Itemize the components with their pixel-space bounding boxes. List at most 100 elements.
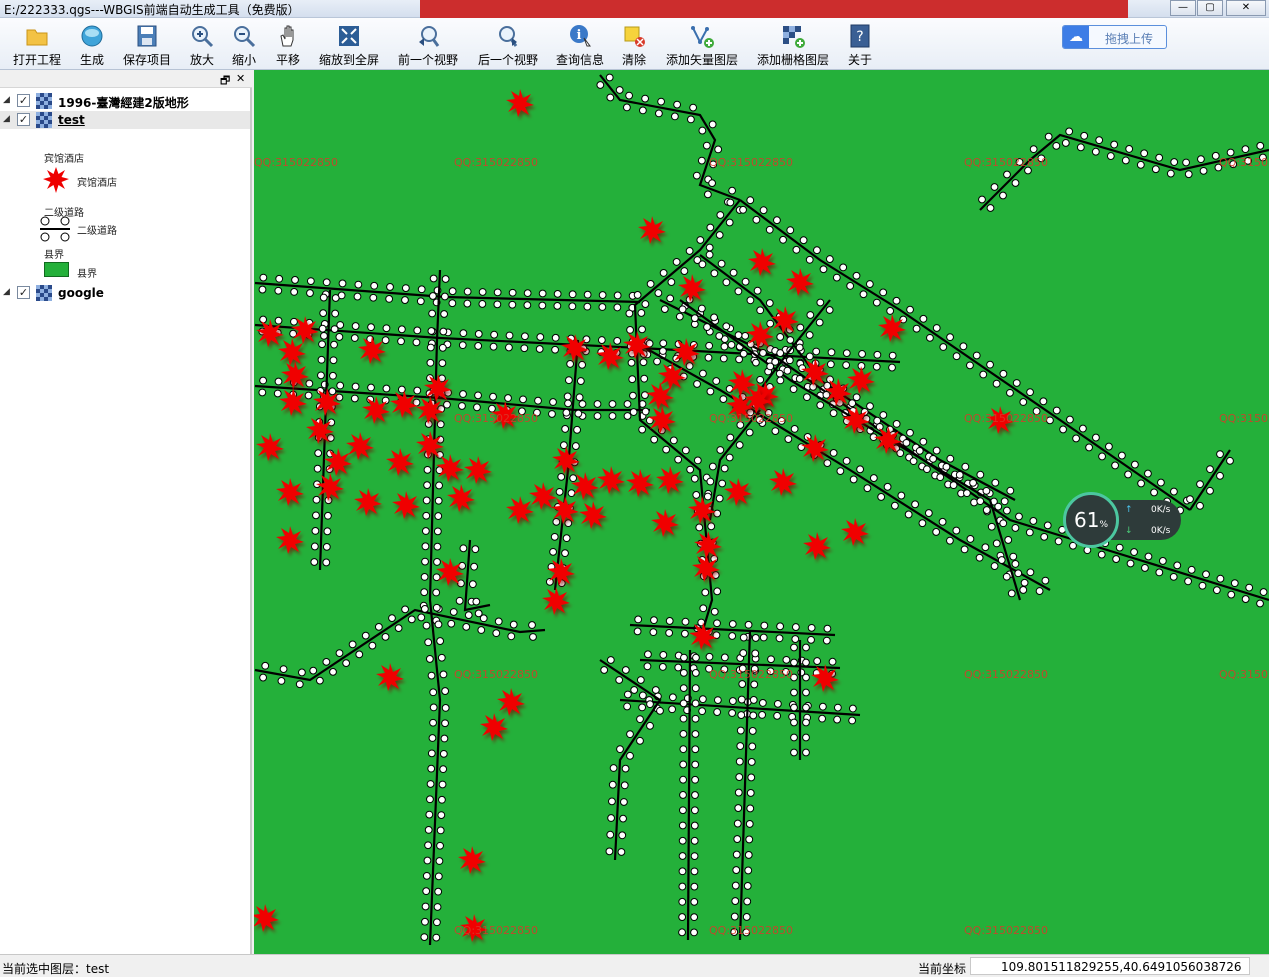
hotel-marker[interactable] — [626, 469, 654, 497]
close-button[interactable]: ✕ — [1226, 0, 1266, 16]
float-panel-button[interactable]: 🗗 — [220, 72, 230, 91]
save-project-button[interactable]: 保存项目 — [122, 24, 172, 68]
road-node-marker — [815, 318, 824, 327]
road-node-marker — [759, 633, 768, 642]
road-node-marker — [802, 643, 810, 652]
road-node-marker — [606, 656, 615, 664]
identify-button[interactable]: i 查询信息 — [555, 24, 605, 68]
road-node-marker — [839, 263, 848, 272]
road-node-marker — [690, 897, 699, 906]
hotel-marker[interactable] — [529, 482, 557, 510]
road-node-marker — [474, 342, 483, 350]
add-raster-layer-button[interactable]: 添加栅格图层 — [756, 24, 830, 68]
road-node-marker — [600, 666, 609, 674]
hotel-marker[interactable] — [506, 496, 534, 524]
previous-view-label: 前一个视野 — [397, 53, 458, 67]
hotel-marker[interactable] — [447, 484, 475, 512]
road-node-marker — [823, 459, 832, 468]
road-node-marker — [936, 473, 945, 482]
zoom-full-button[interactable]: 缩放到全屏 — [318, 24, 380, 68]
hotel-marker[interactable] — [276, 526, 304, 554]
hotel-marker[interactable] — [651, 509, 679, 537]
collapse-arrow-icon[interactable]: ◢ — [3, 287, 10, 297]
road-node-marker — [802, 658, 810, 667]
close-panel-button[interactable]: ✕ — [236, 72, 245, 85]
hotel-marker[interactable] — [786, 268, 814, 296]
layer-visibility-checkbox[interactable]: ✓ — [17, 113, 30, 126]
add-raster-layer-icon — [781, 24, 805, 48]
collapse-arrow-icon[interactable]: ◢ — [3, 114, 10, 124]
road-node-marker — [722, 322, 731, 331]
layer-item-test[interactable]: ◢ ✓ test — [0, 111, 250, 129]
road-node-marker — [1256, 599, 1264, 608]
hotel-marker[interactable] — [597, 466, 625, 494]
hotel-marker[interactable] — [803, 532, 831, 560]
hotel-marker[interactable] — [392, 491, 420, 519]
hotel-marker[interactable] — [256, 433, 284, 461]
hotel-marker[interactable] — [278, 338, 306, 366]
hotel-marker[interactable] — [801, 358, 829, 386]
road-node-marker — [319, 309, 328, 318]
hotel-marker[interactable] — [354, 488, 382, 516]
restore-button[interactable]: ▢ — [1197, 0, 1223, 16]
road-node-marker — [891, 501, 899, 510]
hotel-marker[interactable] — [376, 663, 404, 691]
road-node-marker — [441, 704, 450, 712]
road-node-marker — [789, 385, 798, 394]
layer-item-google[interactable]: ◢ ✓ google — [0, 284, 250, 302]
previous-view-button[interactable]: 前一个视野 — [396, 24, 460, 68]
road-node-marker — [896, 449, 905, 458]
road-node-marker — [703, 323, 711, 331]
road-node-marker — [692, 491, 701, 499]
add-vector-layer-button[interactable]: 添加矢量图层 — [665, 24, 739, 68]
hotel-marker[interactable] — [480, 713, 508, 741]
road-node-marker — [459, 329, 468, 338]
hotel-marker[interactable] — [841, 518, 869, 546]
hotel-marker[interactable] — [279, 388, 307, 416]
hotel-marker[interactable] — [656, 466, 684, 494]
hotel-marker[interactable] — [458, 846, 486, 874]
hotel-marker[interactable] — [276, 478, 304, 506]
clear-button[interactable]: 清除 — [620, 24, 648, 68]
zoom-out-button[interactable]: 缩小 — [230, 24, 258, 68]
hotel-marker[interactable] — [579, 501, 607, 529]
hotel-marker[interactable] — [769, 468, 797, 496]
road-node-marker — [1095, 136, 1104, 145]
road-node-marker — [315, 676, 324, 685]
next-view-button[interactable]: 后一个视野 — [476, 24, 540, 68]
zoom-in-button[interactable]: 放大 — [188, 24, 216, 68]
hotel-marker[interactable] — [847, 366, 875, 394]
hotel-marker[interactable] — [497, 688, 525, 716]
road-node-marker — [720, 464, 729, 473]
road-node-marker — [583, 290, 592, 299]
pan-button[interactable]: 平移 — [274, 24, 302, 68]
road-node-marker — [978, 195, 986, 204]
road-node-marker — [952, 526, 961, 535]
hotel-marker[interactable] — [542, 587, 570, 615]
open-project-button[interactable]: 打开工程 — [12, 24, 62, 68]
minimize-button[interactable]: — — [1170, 0, 1196, 16]
road-node-marker — [852, 393, 861, 402]
generate-button[interactable]: 生成 — [78, 24, 106, 68]
hotel-marker[interactable] — [464, 456, 492, 484]
road-node-marker — [829, 409, 838, 418]
hotel-marker[interactable] — [346, 432, 374, 460]
collapse-arrow-icon[interactable]: ◢ — [3, 95, 10, 105]
road-node-marker — [367, 323, 375, 332]
zoom-out-label: 缩小 — [231, 53, 256, 67]
hotel-marker[interactable] — [254, 904, 279, 932]
network-speed-widget[interactable]: 61% 0K/s 0K/s ↑ ↓ — [1063, 492, 1181, 552]
road-node-marker — [795, 374, 804, 383]
hotel-marker[interactable] — [638, 216, 666, 244]
road-node-marker — [609, 764, 618, 772]
about-button[interactable]: ? 关于 — [846, 24, 874, 68]
hotel-marker[interactable] — [506, 89, 534, 117]
hotel-marker[interactable] — [724, 478, 752, 506]
layer-visibility-checkbox[interactable]: ✓ — [17, 286, 30, 299]
layer-item-topo-map[interactable]: ◢ ✓ 1996-臺灣經建2版地形圖-1:50,000 — [0, 92, 250, 127]
hotel-marker[interactable] — [748, 248, 776, 276]
road-node-marker — [705, 243, 714, 252]
layer-visibility-checkbox[interactable]: ✓ — [17, 94, 30, 107]
drag-upload-button[interactable]: ☁ 拖拽上传 — [1062, 25, 1167, 49]
hotel-marker[interactable] — [386, 448, 414, 476]
